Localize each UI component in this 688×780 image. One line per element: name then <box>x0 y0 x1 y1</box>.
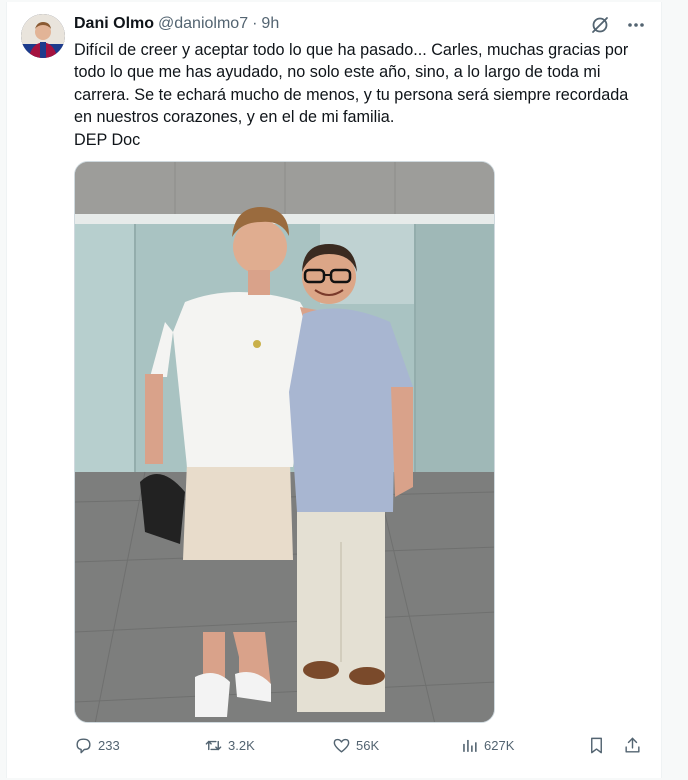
views-icon <box>463 739 477 752</box>
share-icon <box>625 737 640 753</box>
avatar[interactable] <box>21 14 65 58</box>
views-count: 627K <box>484 738 515 753</box>
tweet-actions: 233 3.2K 56K 627K <box>74 736 644 762</box>
share-button[interactable] <box>623 736 642 755</box>
repost-count: 3.2K <box>228 738 255 753</box>
grok-icon[interactable] <box>589 14 611 36</box>
reply-button[interactable]: 233 <box>74 736 120 755</box>
repost-button[interactable]: 3.2K <box>204 736 255 755</box>
tweet-header: Dani Olmo @daniolmo7 · 9h <box>74 15 279 37</box>
tweet-text: Difícil de creer y aceptar todo lo que h… <box>74 41 629 149</box>
reply-count: 233 <box>98 738 120 753</box>
bookmark-button[interactable] <box>587 736 606 755</box>
tweet-top-actions <box>589 14 647 36</box>
like-button[interactable]: 56K <box>332 736 379 755</box>
tweet-card[interactable]: Dani Olmo @daniolmo7 · 9h Difícil de cre… <box>6 2 662 778</box>
header-separator: · <box>252 15 258 32</box>
reply-icon <box>76 738 91 754</box>
bookmark-icon <box>591 737 602 754</box>
tweet-timestamp[interactable]: 9h <box>261 15 279 33</box>
tweet-photo[interactable] <box>74 161 495 723</box>
like-count: 56K <box>356 738 380 753</box>
heart-icon <box>333 738 350 753</box>
more-icon[interactable] <box>625 14 647 36</box>
author-display-name[interactable]: Dani Olmo <box>74 15 154 33</box>
repost-icon <box>205 740 222 751</box>
views-button[interactable]: 627K <box>460 736 514 755</box>
author-handle[interactable]: @daniolmo7 <box>158 15 248 33</box>
